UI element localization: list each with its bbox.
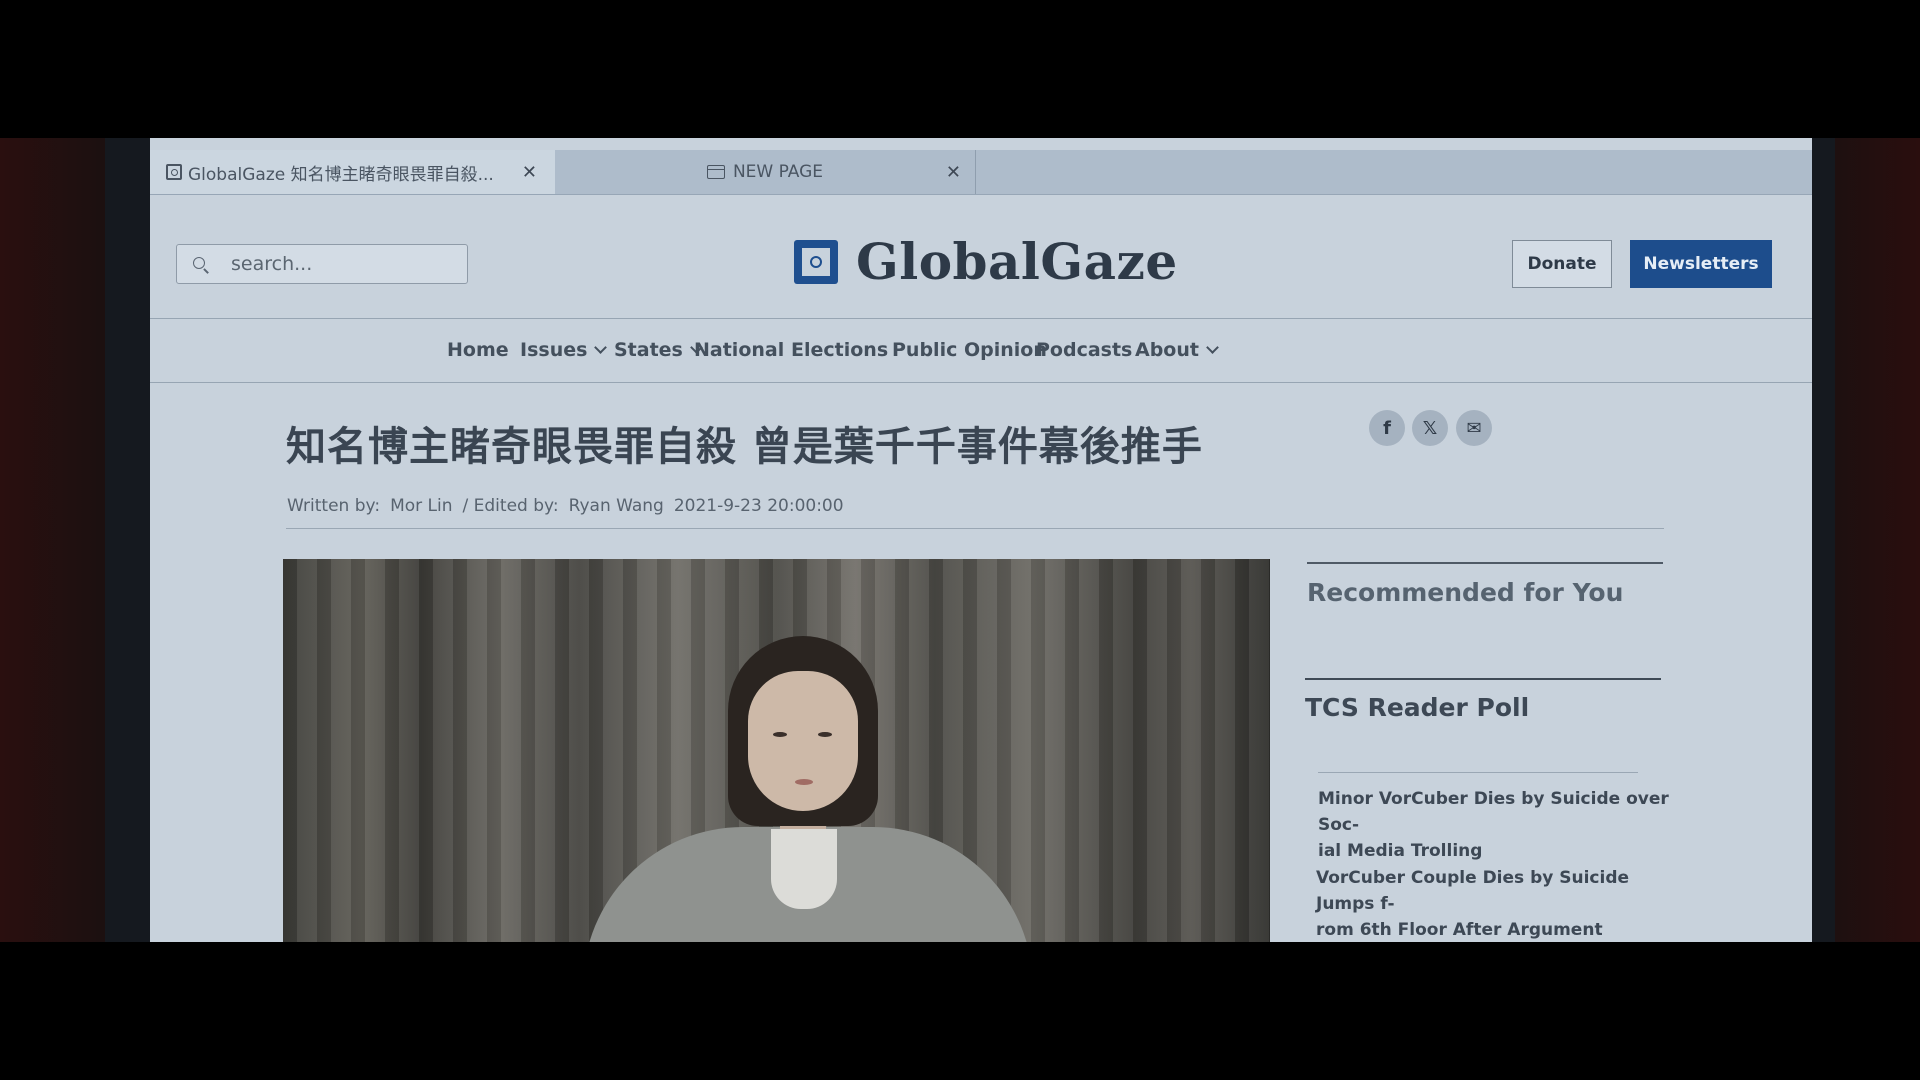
x-share-icon[interactable]: 𝕏 xyxy=(1412,410,1448,446)
nav-elections[interactable]: Elections xyxy=(791,333,888,367)
story-line: Minor VorCuber Dies by Suicide over Soc- xyxy=(1318,789,1669,835)
tab-close-icon[interactable]: ✕ xyxy=(946,162,961,183)
search-input[interactable] xyxy=(229,252,433,276)
sidebar-story-link[interactable]: VorCuber Couple Dies by Suicide Jumps f-… xyxy=(1316,865,1686,942)
image-figure-face xyxy=(748,671,858,811)
story-line: VorCuber Couple Dies by Suicide Jumps f- xyxy=(1316,868,1630,914)
poll-divider xyxy=(1305,678,1661,680)
donate-button[interactable]: Donate xyxy=(1512,240,1612,288)
tab-title: GlobalGaze 知名博主睹奇眼畏罪自殺... xyxy=(188,164,494,185)
image-figure-shirt xyxy=(771,829,837,909)
article-byline: Written by: Mor Lin / Edited by: Ryan Wang 2… xyxy=(287,496,854,516)
publish-date: 2021-9-23 20:00:00 xyxy=(673,496,844,516)
editor-link[interactable]: Ryan Wang xyxy=(569,496,664,516)
nav-issues[interactable]: Issues xyxy=(520,333,608,367)
nav-about[interactable]: About xyxy=(1135,333,1219,367)
nav-label: Issues xyxy=(520,339,588,361)
nav-divider xyxy=(150,318,1812,319)
letterbox-top xyxy=(0,0,1920,138)
chevron-down-icon xyxy=(594,341,608,354)
article-hero-image[interactable] xyxy=(283,559,1270,942)
nav-label: Elections xyxy=(791,339,889,361)
author-link[interactable]: Mor Lin xyxy=(390,496,452,516)
nav-divider xyxy=(150,382,1812,383)
page-icon xyxy=(706,165,725,179)
nav-label: Home xyxy=(447,339,509,361)
nav-home[interactable]: Home xyxy=(447,333,509,367)
reader-poll-heading: TCS Reader Poll xyxy=(1305,693,1530,722)
nav-label: States xyxy=(614,339,683,361)
facebook-share-icon[interactable]: f xyxy=(1369,410,1405,446)
recommended-divider xyxy=(1307,562,1663,564)
image-figure-lips xyxy=(795,779,813,785)
recommended-heading: Recommended for You xyxy=(1307,578,1624,607)
letterbox-bottom xyxy=(0,942,1920,1080)
nav-label: Podcasts xyxy=(1036,339,1133,361)
story-line: rom 6th Floor After Argument xyxy=(1316,920,1603,940)
search-box[interactable] xyxy=(176,244,468,284)
nav-label: Public Opinion xyxy=(892,339,1047,361)
search-icon xyxy=(193,257,207,271)
nav-label: About xyxy=(1135,339,1199,361)
tab-bar: GlobalGaze 知名博主睹奇眼畏罪自殺... ✕ NEW PAGE ✕ xyxy=(150,150,1812,195)
browser-window: GlobalGaze 知名博主睹奇眼畏罪自殺... ✕ NEW PAGE ✕ G… xyxy=(150,138,1812,942)
nav-label: National xyxy=(694,339,785,361)
sidebar-story-link[interactable]: Minor VorCuber Dies by Suicide over Soc-… xyxy=(1318,786,1688,864)
nav-states[interactable]: States xyxy=(614,333,703,367)
article-headline: 知名博主睹奇眼畏罪自殺 曾是葉千千事件幕後推手 xyxy=(286,424,1203,470)
main-nav: Home Issues States National Elections Pu… xyxy=(150,333,1812,367)
tab-globalgaze[interactable]: GlobalGaze 知名博主睹奇眼畏罪自殺... ✕ xyxy=(150,150,555,194)
nav-national[interactable]: National xyxy=(694,333,784,367)
site-logo[interactable]: GlobalGaze xyxy=(794,232,1178,291)
byline-divider xyxy=(286,528,1664,529)
tab-close-icon[interactable]: ✕ xyxy=(522,162,537,183)
edited-by-label: / Edited by: xyxy=(462,496,559,516)
logo-icon xyxy=(794,239,838,284)
nav-podcasts[interactable]: Podcasts xyxy=(1036,333,1132,367)
story-line: ial Media Trolling xyxy=(1318,841,1483,861)
image-figure-eye xyxy=(818,732,832,737)
image-figure-eye xyxy=(773,732,787,737)
site-favicon-icon xyxy=(166,164,182,180)
tab-title: NEW PAGE xyxy=(732,162,824,182)
logo-text: GlobalGaze xyxy=(856,232,1178,291)
tab-new-page[interactable]: NEW PAGE ✕ xyxy=(555,150,976,194)
email-share-icon[interactable]: ✉ xyxy=(1456,410,1492,446)
written-by-label: Written by: xyxy=(287,496,381,516)
story-divider xyxy=(1318,772,1638,773)
chevron-down-icon xyxy=(1206,341,1219,354)
nav-public-opinion[interactable]: Public Opinion xyxy=(892,333,1047,367)
newsletters-button[interactable]: Newsletters xyxy=(1630,240,1772,288)
